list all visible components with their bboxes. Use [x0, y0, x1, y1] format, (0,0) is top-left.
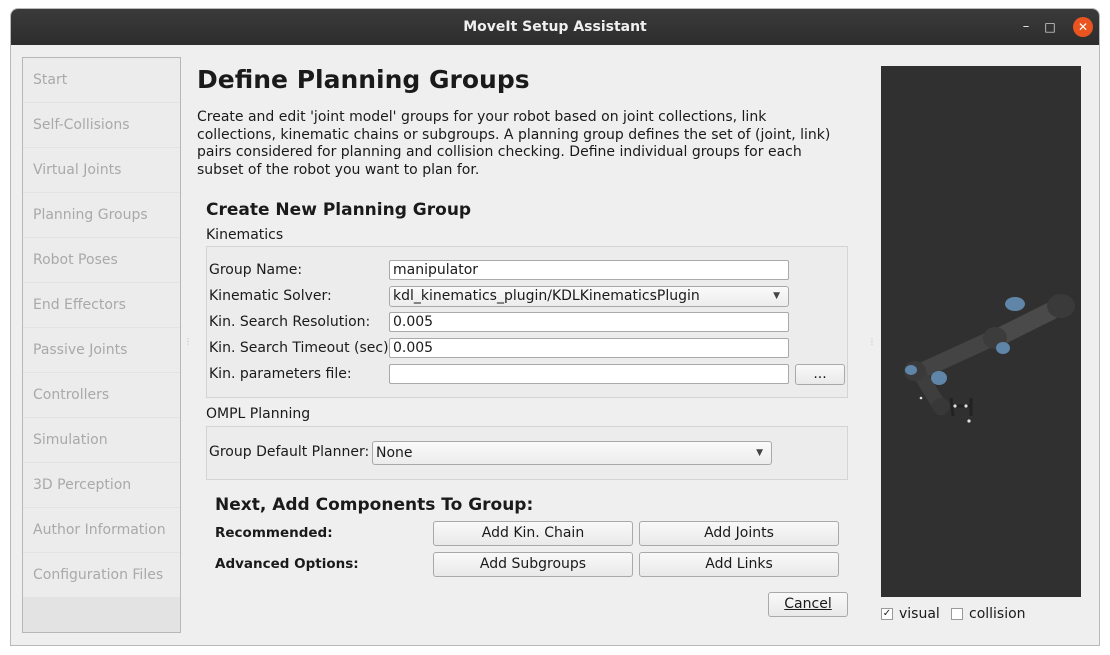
- create-group-heading: Create New Planning Group: [206, 200, 472, 220]
- planning-groups-panel: Define Planning Groups Create and edit '…: [196, 57, 876, 645]
- collision-label: collision: [969, 606, 1026, 622]
- sidebar-item-planning-groups[interactable]: Planning Groups: [23, 193, 180, 237]
- maximize-icon[interactable]: □: [1041, 18, 1059, 36]
- cancel-button[interactable]: Cancel: [768, 592, 848, 617]
- browse-params-button[interactable]: ...: [795, 364, 845, 385]
- group-name-input[interactable]: [389, 260, 789, 280]
- sidebar-item-end-effectors[interactable]: End Effectors: [23, 283, 180, 327]
- kinematic-solver-value: kdl_kinematics_plugin/KDLKinematicsPlugi…: [393, 288, 700, 304]
- forearm-link: [992, 302, 1060, 345]
- page-description: Create and edit 'joint model' groups for…: [197, 109, 831, 178]
- advanced-options-label: Advanced Options:: [215, 556, 359, 572]
- group-name-label: Group Name:: [209, 262, 303, 278]
- kinematic-solver-label: Kinematic Solver:: [209, 288, 332, 304]
- components-heading: Next, Add Components To Group:: [215, 495, 534, 515]
- sidebar-item-controllers[interactable]: Controllers: [23, 373, 180, 417]
- visual-label: visual: [899, 606, 940, 622]
- sidebar-item-virtual-joints[interactable]: Virtual Joints: [23, 148, 180, 192]
- visual-checkbox[interactable]: ✓: [881, 608, 893, 620]
- kinematics-section-label: Kinematics: [206, 227, 284, 243]
- add-subgroups-button[interactable]: Add Subgroups: [433, 552, 633, 577]
- search-resolution-label: Kin. Search Resolution:: [209, 314, 371, 330]
- recommended-label: Recommended:: [215, 525, 333, 541]
- chevron-down-icon: ▼: [756, 448, 763, 458]
- chevron-down-icon: ▼: [773, 291, 780, 301]
- params-file-label: Kin. parameters file:: [209, 366, 352, 382]
- sidebar-item-self-collisions[interactable]: Self-Collisions: [23, 103, 180, 147]
- add-kin-chain-button[interactable]: Add Kin. Chain: [433, 521, 633, 546]
- robot-arm-render: [904, 294, 1075, 423]
- base-joint: [1047, 294, 1075, 318]
- upper-arm-link: [913, 331, 999, 379]
- wrist-cap-2: [931, 371, 947, 385]
- cancel-label: Cancel: [784, 596, 832, 612]
- sidebar-item-simulation[interactable]: Simulation: [23, 418, 180, 462]
- checkmark-icon: ✓: [882, 608, 892, 619]
- ompl-section-label: OMPL Planning: [206, 406, 311, 422]
- sidebar-item-configuration-files[interactable]: Configuration Files: [23, 553, 180, 597]
- shoulder-cap: [1005, 297, 1025, 311]
- search-timeout-label: Kin. Search Timeout (sec):: [209, 340, 394, 356]
- wrist-cap: [905, 365, 917, 375]
- window-title: MoveIt Setup Assistant: [463, 19, 647, 35]
- sidebar-item-3d-perception[interactable]: 3D Perception: [23, 463, 180, 507]
- robot-3d-viewer[interactable]: [881, 66, 1081, 597]
- add-links-button[interactable]: Add Links: [639, 552, 839, 577]
- wrist-joint-2: [932, 398, 950, 414]
- close-icon[interactable]: ✕: [1073, 17, 1093, 37]
- page-title: Define Planning Groups: [197, 65, 530, 94]
- params-file-input[interactable]: [389, 364, 789, 384]
- minimize-icon[interactable]: –: [1017, 18, 1035, 36]
- default-planner-dropdown[interactable]: None ▼: [372, 441, 772, 465]
- left-splitter-handle[interactable]: ⋮: [184, 338, 192, 346]
- collision-checkbox[interactable]: [951, 608, 963, 620]
- sidebar-item-author-information[interactable]: Author Information: [23, 508, 180, 552]
- add-joints-button[interactable]: Add Joints: [639, 521, 839, 546]
- elbow-cap: [996, 342, 1010, 354]
- search-timeout-input[interactable]: [389, 338, 789, 358]
- sidebar-item-robot-poses[interactable]: Robot Poses: [23, 238, 180, 282]
- sidebar-nav: Start Self-Collisions Virtual Joints Pla…: [22, 57, 181, 633]
- kinematic-solver-dropdown[interactable]: kdl_kinematics_plugin/KDLKinematicsPlugi…: [389, 286, 789, 307]
- sidebar-item-passive-joints[interactable]: Passive Joints: [23, 328, 180, 372]
- default-planner-label: Group Default Planner:: [209, 444, 370, 460]
- search-resolution-input[interactable]: [389, 312, 789, 332]
- sidebar-item-start[interactable]: Start: [23, 58, 180, 102]
- title-bar: MoveIt Setup Assistant – □ ✕: [11, 9, 1099, 45]
- main-window: MoveIt Setup Assistant – □ ✕ Start Self-…: [10, 8, 1100, 646]
- default-planner-value: None: [376, 445, 413, 461]
